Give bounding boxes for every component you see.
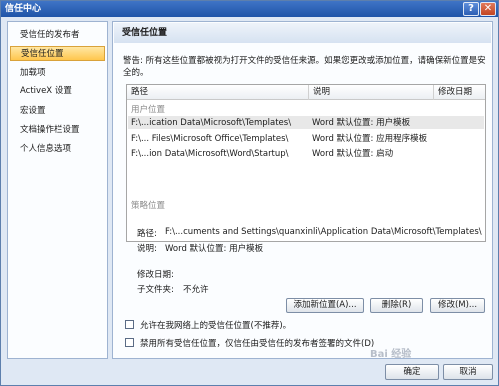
sidebar-item-macro-settings[interactable]: 宏设置	[10, 104, 105, 119]
allow-network-locations-option[interactable]: 允许在我网络上的受信任位置(不推荐)。	[125, 320, 291, 332]
section-title: 受信任位置	[114, 23, 491, 43]
warning-text: 警告: 所有这些位置都被视为打开文件的受信任来源。如果您更改或添加位置，请确保新…	[123, 56, 486, 78]
row-description: Word 默认位置: 应用程序模板	[312, 134, 428, 144]
modify-button[interactable]: 修改(M)...	[430, 298, 485, 313]
add-new-location-button[interactable]: 添加新位置(A)...	[286, 298, 364, 313]
ok-button[interactable]: 确定	[385, 364, 439, 380]
trusted-locations-panel: 受信任位置 警告: 所有这些位置都被视为打开文件的受信任来源。如果您更改或添加位…	[112, 21, 493, 359]
detail-description-label: 说明:	[137, 244, 157, 254]
disable-trusted-locations-option[interactable]: 禁用所有受信任位置，仅信任由受信任的发布者签署的文件(D)	[125, 338, 374, 350]
row-path: F:\... Files\Microsoft Office\Templates\	[131, 134, 289, 144]
disable-locations-checkbox[interactable]	[125, 338, 134, 347]
sidebar-item-trusted-locations[interactable]: 受信任位置	[10, 46, 105, 61]
table-header: 路径 说明 修改日期	[127, 85, 485, 100]
column-description[interactable]: 说明	[309, 85, 434, 100]
user-locations-group: 用户位置	[131, 105, 166, 115]
remove-button[interactable]: 删除(R)	[370, 298, 423, 313]
sidebar-item-activex-settings[interactable]: ActiveX 设置	[10, 84, 105, 99]
sidebar: 受信任的发布者 受信任位置 加载项 ActiveX 设置 宏设置 文档操作栏设置…	[7, 21, 108, 359]
allow-network-label: 允许在我网络上的受信任位置(不推荐)。	[140, 321, 292, 331]
sidebar-item-addins[interactable]: 加载项	[10, 66, 105, 81]
allow-network-checkbox[interactable]	[125, 320, 134, 329]
window-title: 信任中心	[5, 4, 42, 14]
trust-center-dialog: 信任中心 ? ✕ 受信任的发布者 受信任位置 加载项 ActiveX 设置 宏设…	[0, 0, 499, 386]
column-modified-date[interactable]: 修改日期	[434, 85, 485, 100]
detail-path-value: F:\...cuments and Settings\quanxinli\App…	[165, 227, 482, 237]
title-bar: 信任中心	[1, 1, 498, 17]
row-path: F:\...ication Data\Microsoft\Templates\	[131, 118, 292, 128]
row-description: Word 默认位置: 用户模板	[312, 118, 411, 128]
watermark: Bai 经验	[370, 349, 412, 360]
row-path: F:\...ion Data\Microsoft\Word\Startup\	[131, 149, 289, 159]
detail-modified-date-label: 修改日期:	[137, 270, 174, 280]
detail-subfolders-value: 不允许	[183, 285, 209, 295]
cancel-button[interactable]: 取消	[443, 364, 493, 380]
column-path[interactable]: 路径	[127, 85, 309, 100]
sidebar-item-privacy-options[interactable]: 个人信息选项	[10, 142, 105, 157]
policy-locations-group: 策略位置	[131, 201, 166, 211]
sidebar-item-message-bar[interactable]: 文档操作栏设置	[10, 123, 105, 138]
detail-description-value: Word 默认位置: 用户模板	[165, 244, 264, 254]
detail-path-label: 路径:	[137, 229, 157, 239]
trusted-locations-table: 路径 说明 修改日期 用户位置 F:\...ication Data\Micro…	[126, 84, 486, 242]
help-button[interactable]: ?	[463, 2, 479, 16]
close-icon[interactable]: ✕	[480, 2, 496, 16]
disable-locations-label: 禁用所有受信任位置，仅信任由受信任的发布者签署的文件(D)	[140, 339, 375, 349]
detail-subfolders-label: 子文件夹:	[137, 285, 174, 295]
row-description: Word 默认位置: 启动	[312, 149, 394, 159]
sidebar-item-trusted-publishers[interactable]: 受信任的发布者	[10, 28, 105, 43]
